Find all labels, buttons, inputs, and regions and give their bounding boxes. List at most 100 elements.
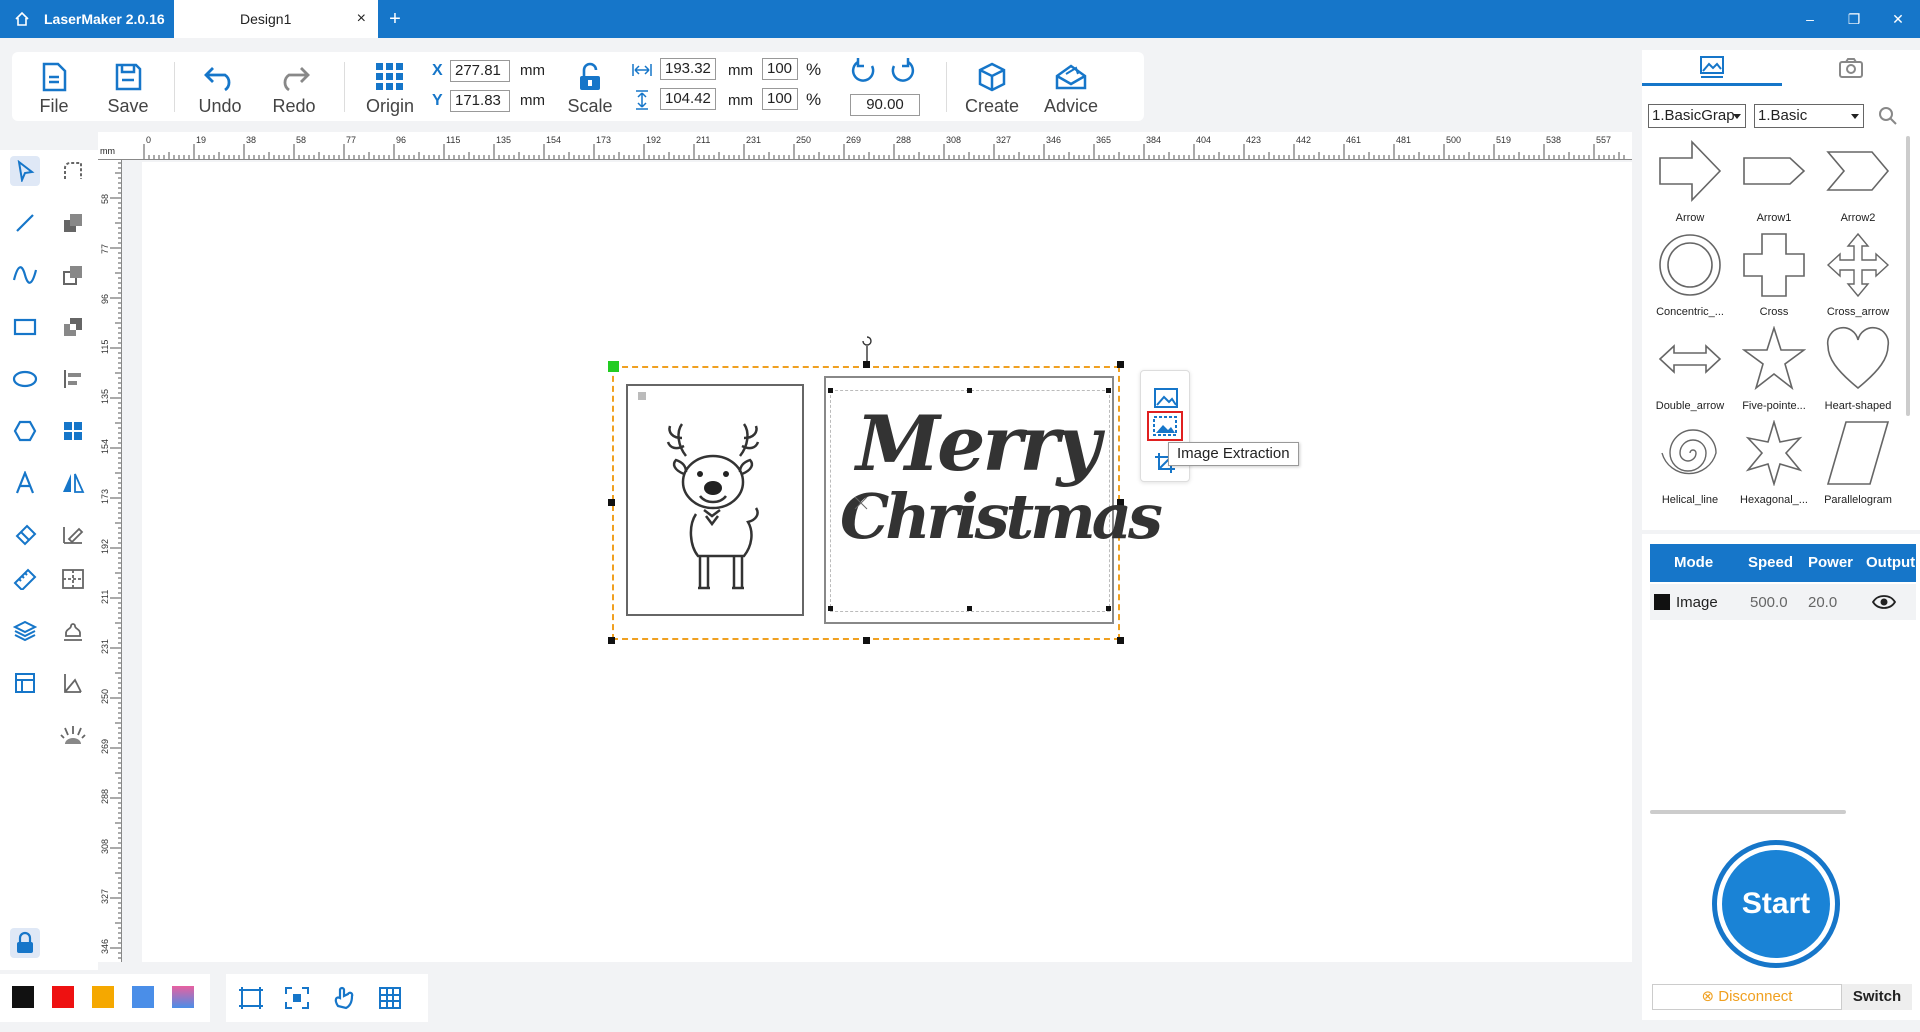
ellipse-tool[interactable] [10, 364, 40, 394]
tab-camera[interactable] [1782, 50, 1920, 86]
create-button[interactable]: Create [960, 52, 1024, 121]
minimize-button[interactable]: – [1788, 0, 1832, 38]
eraser-tool[interactable] [10, 520, 40, 550]
rectangle-tool[interactable] [10, 312, 40, 342]
inner-handle[interactable] [828, 606, 833, 611]
color-swatch-gradient[interactable] [172, 986, 194, 1008]
redo-button[interactable]: Redo [262, 52, 326, 121]
undo-button[interactable]: Undo [188, 52, 252, 121]
shape-double-arrow[interactable]: Double_arrow [1648, 322, 1732, 416]
start-button[interactable]: Start [1712, 840, 1840, 968]
shape-arrow[interactable]: Arrow [1648, 134, 1732, 228]
inner-handle[interactable] [828, 388, 833, 393]
new-tab-button[interactable]: + [378, 8, 412, 31]
shape-heart[interactable]: Heart-shaped [1816, 322, 1900, 416]
file-button[interactable]: File [24, 52, 84, 121]
width-percent-input[interactable]: 100 [762, 58, 798, 80]
image-trace-button[interactable] [1153, 387, 1179, 414]
eye-icon[interactable] [1872, 594, 1896, 610]
shape-library-scrollbar[interactable] [1906, 136, 1910, 416]
color-swatch-blue[interactable] [132, 986, 154, 1008]
fit-selection-button[interactable] [284, 986, 310, 1015]
split-tool[interactable] [58, 564, 88, 594]
image-extraction-button[interactable] [1147, 411, 1183, 441]
merry-christmas-image[interactable]: Merry Christmas [824, 376, 1163, 624]
layer-color-swatch[interactable] [1654, 594, 1670, 610]
shape-hexagonal-star[interactable]: Hexagonal_... [1732, 416, 1816, 510]
layer-power[interactable]: 20.0 [1808, 594, 1837, 611]
scale-lock-button[interactable]: Scale [560, 52, 620, 121]
inner-handle[interactable] [967, 388, 972, 393]
home-icon[interactable] [0, 0, 44, 38]
layer-speed[interactable]: 500.0 [1750, 594, 1788, 611]
height-percent-input[interactable]: 100 [762, 88, 798, 110]
text-tool[interactable] [10, 468, 40, 498]
close-button[interactable]: ✕ [1876, 0, 1920, 38]
curve-tool[interactable] [10, 260, 40, 290]
fit-canvas-button[interactable] [238, 986, 264, 1015]
y-position-input[interactable]: 171.83 [450, 90, 510, 112]
inner-handle[interactable] [1106, 606, 1111, 611]
category-select[interactable]: 1.BasicGrap [1648, 104, 1746, 128]
resize-handle[interactable] [1117, 637, 1124, 644]
grid-toggle-button[interactable] [378, 986, 402, 1015]
shape-cross[interactable]: Cross [1732, 228, 1816, 322]
lock-canvas-button[interactable] [10, 928, 40, 958]
tab-graphics[interactable] [1642, 50, 1782, 86]
restore-button[interactable]: ❐ [1832, 0, 1876, 38]
reindeer-image[interactable] [626, 384, 804, 616]
shape-parallelogram[interactable]: Parallelogram [1816, 416, 1900, 510]
advice-button[interactable]: Advice [1036, 52, 1106, 121]
stamp-tool[interactable] [58, 616, 88, 646]
mirror-tool[interactable] [58, 468, 88, 498]
color-swatch-red[interactable] [52, 986, 74, 1008]
resize-handle[interactable] [863, 637, 870, 644]
array-tool[interactable] [58, 416, 88, 446]
switch-device-button[interactable]: Switch [1842, 984, 1912, 1010]
tab-design1[interactable]: Design1 × [174, 0, 378, 38]
resize-handle[interactable] [863, 361, 870, 368]
intersect-tool[interactable] [58, 312, 88, 342]
color-swatch-black[interactable] [12, 986, 34, 1008]
shape-arrow1[interactable]: Arrow1 [1732, 134, 1816, 228]
shape-cross-arrow[interactable]: Cross_arrow [1816, 228, 1900, 322]
rotate-cw-icon[interactable] [888, 58, 916, 84]
rotate-ccw-icon[interactable] [850, 58, 878, 84]
subcategory-select[interactable]: 1.Basic [1754, 104, 1864, 128]
polygon-tool[interactable] [10, 416, 40, 446]
rotation-input[interactable]: 90.00 [850, 94, 920, 116]
shape-arrow2[interactable]: Arrow2 [1816, 134, 1900, 228]
x-position-input[interactable]: 277.81 [450, 60, 510, 82]
layer-table-scrollbar[interactable] [1650, 810, 1846, 814]
table-row[interactable]: Image 500.0 20.0 [1650, 584, 1916, 620]
pen-edit-tool[interactable] [58, 520, 88, 550]
edit-node-tool[interactable] [58, 156, 88, 186]
laser-effect-tool[interactable] [58, 720, 88, 750]
save-button[interactable]: Save [96, 52, 160, 121]
rotate-handle-icon[interactable] [860, 334, 874, 364]
align-tool[interactable] [58, 364, 88, 394]
resize-handle[interactable] [608, 499, 615, 506]
pan-button[interactable] [332, 986, 356, 1015]
inner-handle[interactable] [1106, 388, 1111, 393]
line-tool[interactable] [10, 208, 40, 238]
subtract-tool[interactable] [58, 260, 88, 290]
shape-helical-line[interactable]: Helical_line [1648, 416, 1732, 510]
shape-five-pointed-star[interactable]: Five-pointe... [1732, 322, 1816, 416]
shape-concentric[interactable]: Concentric_... [1648, 228, 1732, 322]
resize-handle[interactable] [1117, 361, 1124, 368]
shape-search-button[interactable] [1878, 106, 1898, 131]
laser-path-tool[interactable] [58, 668, 88, 698]
layers-tool[interactable] [10, 616, 40, 646]
height-input[interactable]: 104.42 [660, 88, 716, 110]
tab-close-icon[interactable]: × [357, 10, 366, 28]
layout-tool[interactable] [10, 668, 40, 698]
origin-button[interactable]: Origin [358, 52, 422, 121]
selection-anchor-handle[interactable] [608, 361, 619, 372]
disconnect-button[interactable]: ⊗ Disconnect [1652, 984, 1842, 1010]
color-swatch-orange[interactable] [92, 986, 114, 1008]
measure-tool[interactable] [10, 564, 40, 594]
select-tool[interactable] [10, 156, 40, 186]
inner-handle[interactable] [967, 606, 972, 611]
width-input[interactable]: 193.32 [660, 58, 716, 80]
